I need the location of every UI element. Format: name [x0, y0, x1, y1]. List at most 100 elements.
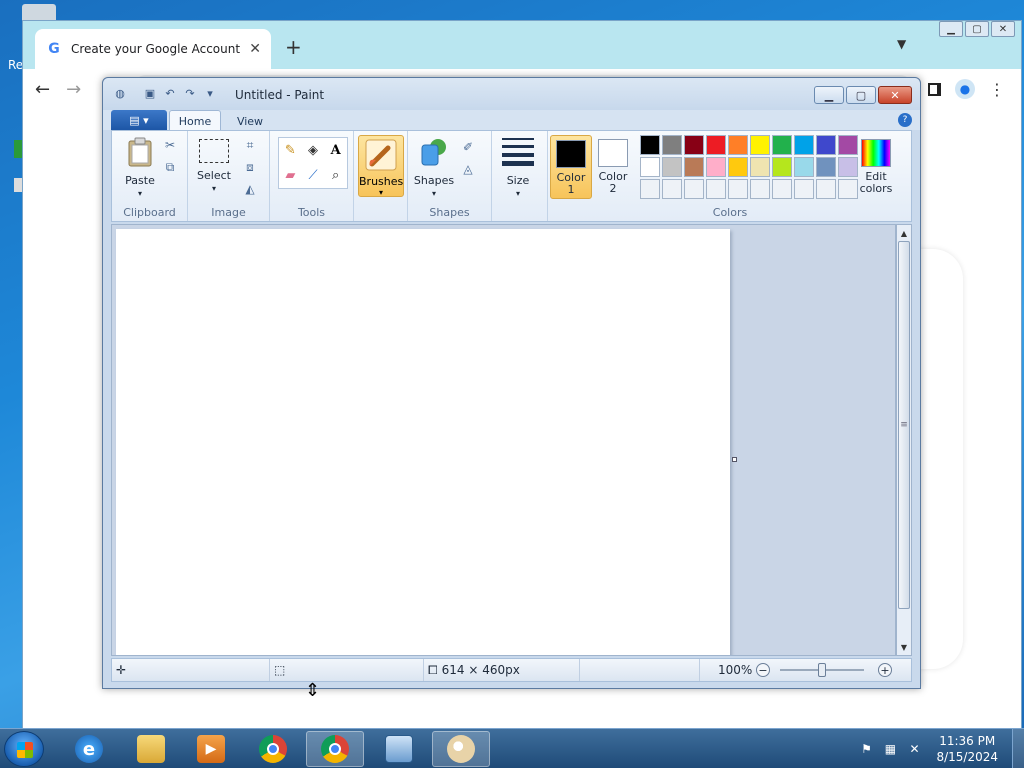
forward-icon[interactable]: → — [66, 79, 81, 100]
palette-custom-slot[interactable] — [728, 179, 748, 199]
minimize-button[interactable]: ▁ — [814, 86, 844, 104]
text-icon[interactable]: A — [324, 138, 347, 163]
desktop-app-icon[interactable] — [14, 178, 22, 192]
taskbar-remote-desktop[interactable] — [370, 731, 428, 767]
palette-swatch[interactable] — [684, 135, 704, 155]
close-button[interactable]: ✕ — [878, 86, 912, 104]
taskbar-chrome[interactable] — [244, 731, 302, 767]
paint-menu-button[interactable]: ▤ ▾ — [111, 110, 167, 130]
palette-custom-slot[interactable] — [816, 179, 836, 199]
palette-custom-slot[interactable] — [684, 179, 704, 199]
scroll-down-icon[interactable]: ▼ — [897, 639, 911, 655]
maximize-button[interactable]: ▢ — [965, 21, 989, 37]
taskbar-internet-explorer[interactable]: e — [60, 731, 118, 767]
save-icon[interactable]: ▣ — [143, 86, 157, 100]
maximize-button[interactable]: ▢ — [846, 86, 876, 104]
rotate-icon[interactable]: ◭ — [240, 179, 260, 199]
outline-icon[interactable]: ✐ — [458, 137, 478, 157]
palette-swatch[interactable] — [640, 157, 660, 177]
chrome-tab-bar: G Create your Google Account ✕ + ▼ ▁ ▢ ✕ — [23, 21, 1021, 69]
redo-icon[interactable]: ↷ — [183, 86, 197, 100]
palette-swatch[interactable] — [750, 157, 770, 177]
edit-colors-icon — [861, 139, 891, 167]
start-button[interactable] — [4, 731, 44, 767]
resize-cursor-icon: ⇕ — [305, 680, 321, 701]
color1-button[interactable]: Color 1 — [550, 135, 592, 199]
new-tab-button[interactable]: + — [285, 35, 302, 59]
eraser-icon[interactable]: ▰ — [279, 163, 302, 188]
color-picker-icon[interactable]: ⟋ — [302, 163, 325, 188]
palette-swatch[interactable] — [662, 157, 682, 177]
palette-custom-slot[interactable] — [750, 179, 770, 199]
resize-icon[interactable]: ⧈ — [240, 157, 260, 177]
palette-swatch[interactable] — [640, 135, 660, 155]
customize-qa-icon[interactable]: ▾ — [203, 86, 217, 100]
palette-swatch[interactable] — [706, 135, 726, 155]
drawing-canvas[interactable] — [116, 229, 730, 655]
tab-home[interactable]: Home — [169, 110, 221, 132]
action-center-flag-icon[interactable]: ⚑ — [859, 742, 873, 756]
paste-button[interactable]: Paste ▾ — [120, 137, 160, 200]
palette-custom-slot[interactable] — [640, 179, 660, 199]
palette-swatch[interactable] — [706, 157, 726, 177]
zoom-out-button[interactable]: − — [756, 663, 770, 677]
pencil-icon[interactable]: ✎ — [279, 138, 302, 163]
magnifier-icon[interactable]: ⌕ — [324, 163, 347, 188]
palette-swatch[interactable] — [772, 135, 792, 155]
vertical-scrollbar[interactable]: ▲ ≡ ▼ — [896, 224, 912, 656]
palette-custom-slot[interactable] — [706, 179, 726, 199]
size-button[interactable]: Size ▾ — [498, 135, 538, 200]
palette-swatch[interactable] — [794, 157, 814, 177]
recycle-bin-icon[interactable] — [22, 4, 56, 20]
palette-swatch[interactable] — [750, 135, 770, 155]
palette-swatch[interactable] — [728, 157, 748, 177]
scroll-thumb[interactable]: ≡ — [898, 241, 910, 609]
fill-icon[interactable]: ◈ — [302, 138, 325, 163]
palette-swatch[interactable] — [794, 135, 814, 155]
select-button[interactable]: Select ▾ — [194, 137, 234, 195]
palette-custom-slot[interactable] — [772, 179, 792, 199]
scroll-up-icon[interactable]: ▲ — [897, 225, 911, 241]
paint-app-icon[interactable]: ◍ — [113, 86, 127, 100]
menu-icon[interactable]: ⋮ — [989, 80, 1005, 99]
color2-button[interactable]: Color 2 — [592, 135, 634, 199]
edit-colors-button[interactable]: Edit colors — [854, 135, 898, 199]
crop-icon[interactable]: ⌗ — [240, 135, 260, 155]
zoom-in-button[interactable]: + — [878, 663, 892, 677]
desktop-app-icon[interactable] — [14, 140, 22, 158]
palette-swatch[interactable] — [728, 135, 748, 155]
copy-icon[interactable]: ⧉ — [160, 157, 180, 177]
shapes-button[interactable]: Shapes ▾ — [412, 137, 456, 200]
minimize-button[interactable]: ▁ — [939, 21, 963, 37]
side-panel-icon[interactable] — [928, 82, 941, 96]
palette-swatch[interactable] — [816, 157, 836, 177]
undo-icon[interactable]: ↶ — [163, 86, 177, 100]
palette-swatch[interactable] — [816, 135, 836, 155]
close-tab-icon[interactable]: ✕ — [249, 41, 261, 57]
volume-muted-icon[interactable]: ✕ — [907, 742, 921, 756]
taskbar-chrome-profile[interactable] — [306, 731, 364, 767]
palette-swatch[interactable] — [684, 157, 704, 177]
network-icon[interactable]: ▦ — [883, 742, 897, 756]
palette-custom-slot[interactable] — [794, 179, 814, 199]
zoom-slider-thumb[interactable] — [818, 663, 826, 677]
cut-icon[interactable]: ✂ — [160, 135, 180, 155]
taskbar-file-explorer[interactable] — [122, 731, 180, 767]
shape-fill-icon[interactable]: ◬ — [458, 159, 478, 179]
taskbar-media-player[interactable]: ▶ — [182, 731, 240, 767]
chrome-tab[interactable]: G Create your Google Account ✕ — [35, 29, 271, 69]
profile-avatar-icon[interactable]: ● — [955, 79, 975, 99]
help-icon[interactable]: ? — [898, 113, 912, 127]
clock[interactable]: 11:36 PM 8/15/2024 — [926, 733, 1012, 765]
back-icon[interactable]: ← — [35, 79, 50, 100]
tab-search-icon[interactable]: ▼ — [897, 37, 906, 51]
brushes-button[interactable]: Brushes ▾ — [358, 135, 404, 197]
close-button[interactable]: ✕ — [991, 21, 1015, 37]
canvas-resize-handle[interactable] — [732, 457, 737, 462]
tab-view[interactable]: View — [227, 110, 273, 132]
palette-swatch[interactable] — [772, 157, 792, 177]
show-desktop-button[interactable] — [1012, 729, 1024, 768]
palette-custom-slot[interactable] — [662, 179, 682, 199]
taskbar-paint[interactable] — [432, 731, 490, 767]
palette-swatch[interactable] — [662, 135, 682, 155]
